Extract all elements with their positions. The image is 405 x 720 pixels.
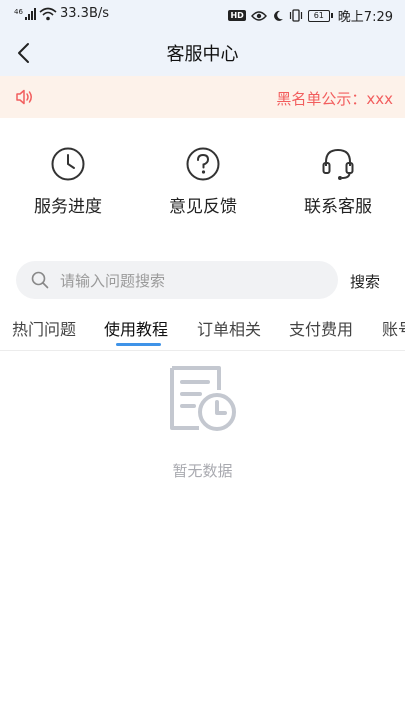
tab-account[interactable]: 账号 — [382, 316, 405, 340]
search-button[interactable]: 搜索 — [350, 271, 380, 292]
document-clock-icon — [169, 366, 236, 431]
status-bar: 46 33.3B/s HD 61 晚上7:29 — [0, 0, 405, 28]
quick-actions: 服务进度 意见反馈 联系客服 — [0, 140, 405, 220]
moon-icon — [273, 10, 283, 21]
search-box[interactable] — [16, 261, 338, 301]
quick-action-feedback[interactable]: 意见反馈 — [143, 140, 263, 217]
signal-icon: 46 — [14, 7, 36, 20]
page-title: 客服中心 — [166, 44, 239, 65]
hd-badge: HD — [228, 10, 246, 21]
tab-tutorial[interactable]: 使用教程 — [104, 316, 168, 340]
speaker-icon — [16, 89, 32, 105]
quick-action-label: 意见反馈 — [169, 197, 237, 217]
empty-state-text: 暂无数据 — [172, 462, 233, 480]
wifi-icon — [39, 7, 57, 20]
clock-icon — [51, 147, 85, 181]
battery-tip — [330, 13, 333, 18]
question-icon — [186, 147, 220, 181]
search-row: 搜索 — [16, 261, 396, 301]
svg-text:46: 46 — [14, 8, 23, 16]
header: 客服中心 — [0, 28, 405, 76]
headset-icon — [322, 148, 354, 180]
quick-action-label: 联系客服 — [304, 197, 372, 217]
battery-icon: 61 — [307, 9, 333, 22]
notice-text: 黑名单公示：xxx — [276, 90, 393, 108]
status-right: HD 61 晚上7:29 — [228, 6, 393, 25]
network-speed: 33.3B/s — [60, 6, 110, 21]
tab-order[interactable]: 订单相关 — [197, 316, 261, 340]
active-tab-indicator — [116, 343, 161, 346]
quick-action-contact[interactable]: 联系客服 — [278, 140, 398, 217]
status-time: 晚上7:29 — [337, 10, 393, 25]
search-input[interactable] — [58, 261, 332, 301]
quick-action-service-progress[interactable]: 服务进度 — [8, 140, 128, 217]
vibrate-icon — [289, 9, 302, 22]
category-tabs: 热门问题 使用教程 订单相关 支付费用 账号 — [0, 312, 405, 351]
tab-hot-questions[interactable]: 热门问题 — [12, 316, 76, 340]
empty-state: 暂无数据 — [0, 364, 405, 481]
status-left: 46 33.3B/s — [14, 6, 109, 21]
tab-payment[interactable]: 支付费用 — [289, 316, 353, 340]
quick-action-label: 服务进度 — [34, 197, 102, 217]
battery-level: 61 — [307, 9, 330, 22]
eye-icon — [250, 10, 267, 21]
search-icon — [31, 271, 49, 289]
notice-bar[interactable]: 黑名单公示：xxx — [0, 76, 405, 118]
